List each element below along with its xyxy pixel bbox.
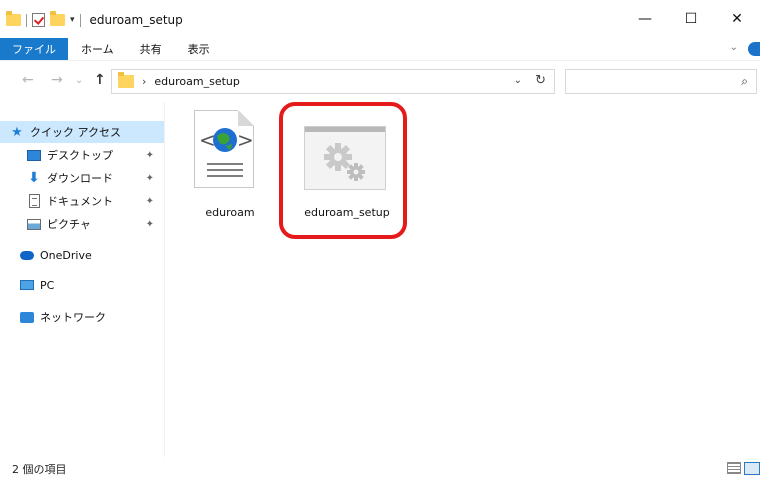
view-toggle xyxy=(727,462,760,475)
folder-icon xyxy=(6,11,21,26)
file-list: < > eduroam eduroam_setup xyxy=(166,102,760,457)
cloud-icon xyxy=(20,248,34,262)
tab-file[interactable]: ファイル xyxy=(0,38,68,60)
address-bar[interactable]: › eduroam_setup ⌄ ↻ xyxy=(111,69,555,94)
window-title: eduroam_setup xyxy=(89,13,183,27)
tab-home[interactable]: ホーム xyxy=(68,38,127,60)
pin-icon[interactable]: ✦ xyxy=(146,196,154,207)
quick-access-toolbar: ▾ eduroam_setup xyxy=(6,11,183,28)
back-button[interactable]: ← xyxy=(22,72,34,88)
file-item-eduroam[interactable]: < > eduroam xyxy=(186,110,274,225)
nav-item-quick-access[interactable]: ★ クイック アクセス xyxy=(0,121,164,143)
nav-item-label: PC xyxy=(40,278,55,292)
navigation-pane: ★ クイック アクセス デスクトップ ✦ ⬇ ダウンロード ✦ ドキュメント ✦… xyxy=(0,102,165,457)
minimize-button[interactable]: — xyxy=(622,0,668,38)
pin-icon[interactable]: ✦ xyxy=(146,219,154,230)
nav-item-label: ドキュメント xyxy=(47,195,113,208)
title-bar: ▾ eduroam_setup — ☐ ✕ xyxy=(0,0,760,38)
ribbon-expand-icon[interactable]: ⌄ xyxy=(730,42,738,53)
nav-item-documents[interactable]: ドキュメント ✦ xyxy=(0,190,164,212)
window-controls: — ☐ ✕ xyxy=(622,0,760,38)
pc-icon xyxy=(20,278,34,292)
nav-item-label: デスクトップ xyxy=(47,149,113,162)
nav-item-onedrive[interactable]: OneDrive xyxy=(0,244,164,266)
download-icon: ⬇ xyxy=(28,170,40,186)
nav-item-label: ネットワーク xyxy=(40,311,106,324)
qat-dropdown-icon[interactable]: ▾ xyxy=(70,15,75,25)
nav-item-label: ピクチャ xyxy=(47,218,91,231)
folder-icon xyxy=(118,72,134,88)
file-name: eduroam xyxy=(205,206,255,219)
recent-locations-icon[interactable]: ⌄ xyxy=(75,75,83,86)
up-button[interactable]: ↑ xyxy=(94,72,106,88)
nav-item-label: ダウンロード xyxy=(47,172,113,185)
pin-icon[interactable]: ✦ xyxy=(146,150,154,161)
search-input[interactable]: ⌕ xyxy=(565,69,757,94)
tab-view[interactable]: 表示 xyxy=(175,38,223,60)
status-bar: 2 個の項目 xyxy=(0,457,760,480)
forward-button[interactable]: → xyxy=(51,72,63,88)
close-button[interactable]: ✕ xyxy=(714,0,760,38)
pin-icon[interactable]: ✦ xyxy=(146,173,154,184)
star-icon: ★ xyxy=(11,124,23,140)
nav-item-pc[interactable]: PC xyxy=(0,274,164,296)
breadcrumb-chevron-icon[interactable]: › xyxy=(142,75,146,88)
svg-text:>: > xyxy=(237,128,254,152)
properties-check-icon[interactable] xyxy=(32,13,45,27)
refresh-icon[interactable]: ↻ xyxy=(535,73,546,88)
breadcrumb-current[interactable]: eduroam_setup xyxy=(154,75,239,88)
highlight-annotation xyxy=(279,102,407,239)
address-row: ← → ⌄ ↑ › eduroam_setup ⌄ ↻ ⌕ xyxy=(0,60,760,102)
help-icon[interactable] xyxy=(748,42,760,56)
title-divider xyxy=(79,13,81,27)
nav-item-network[interactable]: ネットワーク xyxy=(0,306,164,328)
desktop-icon xyxy=(27,148,41,162)
address-dropdown-icon[interactable]: ⌄ xyxy=(514,75,522,86)
nav-item-desktop[interactable]: デスクトップ ✦ xyxy=(0,144,164,166)
nav-item-downloads[interactable]: ⬇ ダウンロード ✦ xyxy=(0,167,164,189)
large-icons-view-icon[interactable] xyxy=(744,462,760,475)
nav-item-pictures[interactable]: ピクチャ ✦ xyxy=(0,213,164,235)
search-icon[interactable]: ⌕ xyxy=(741,74,748,89)
tab-share[interactable]: 共有 xyxy=(127,38,175,60)
item-count: 2 個の項目 xyxy=(12,462,67,476)
nav-item-label: クイック アクセス xyxy=(30,126,121,139)
maximize-button[interactable]: ☐ xyxy=(668,0,714,38)
ribbon-tabs: ファイル ホーム 共有 表示 ⌄ xyxy=(0,38,760,60)
details-view-icon[interactable] xyxy=(727,462,741,474)
toolbar-divider xyxy=(26,13,27,27)
html-document-icon: < > xyxy=(194,110,254,188)
new-folder-icon[interactable] xyxy=(50,11,65,26)
network-icon xyxy=(20,310,34,324)
nav-item-label: OneDrive xyxy=(40,248,92,262)
document-icon xyxy=(27,194,41,208)
pictures-icon xyxy=(27,217,41,231)
